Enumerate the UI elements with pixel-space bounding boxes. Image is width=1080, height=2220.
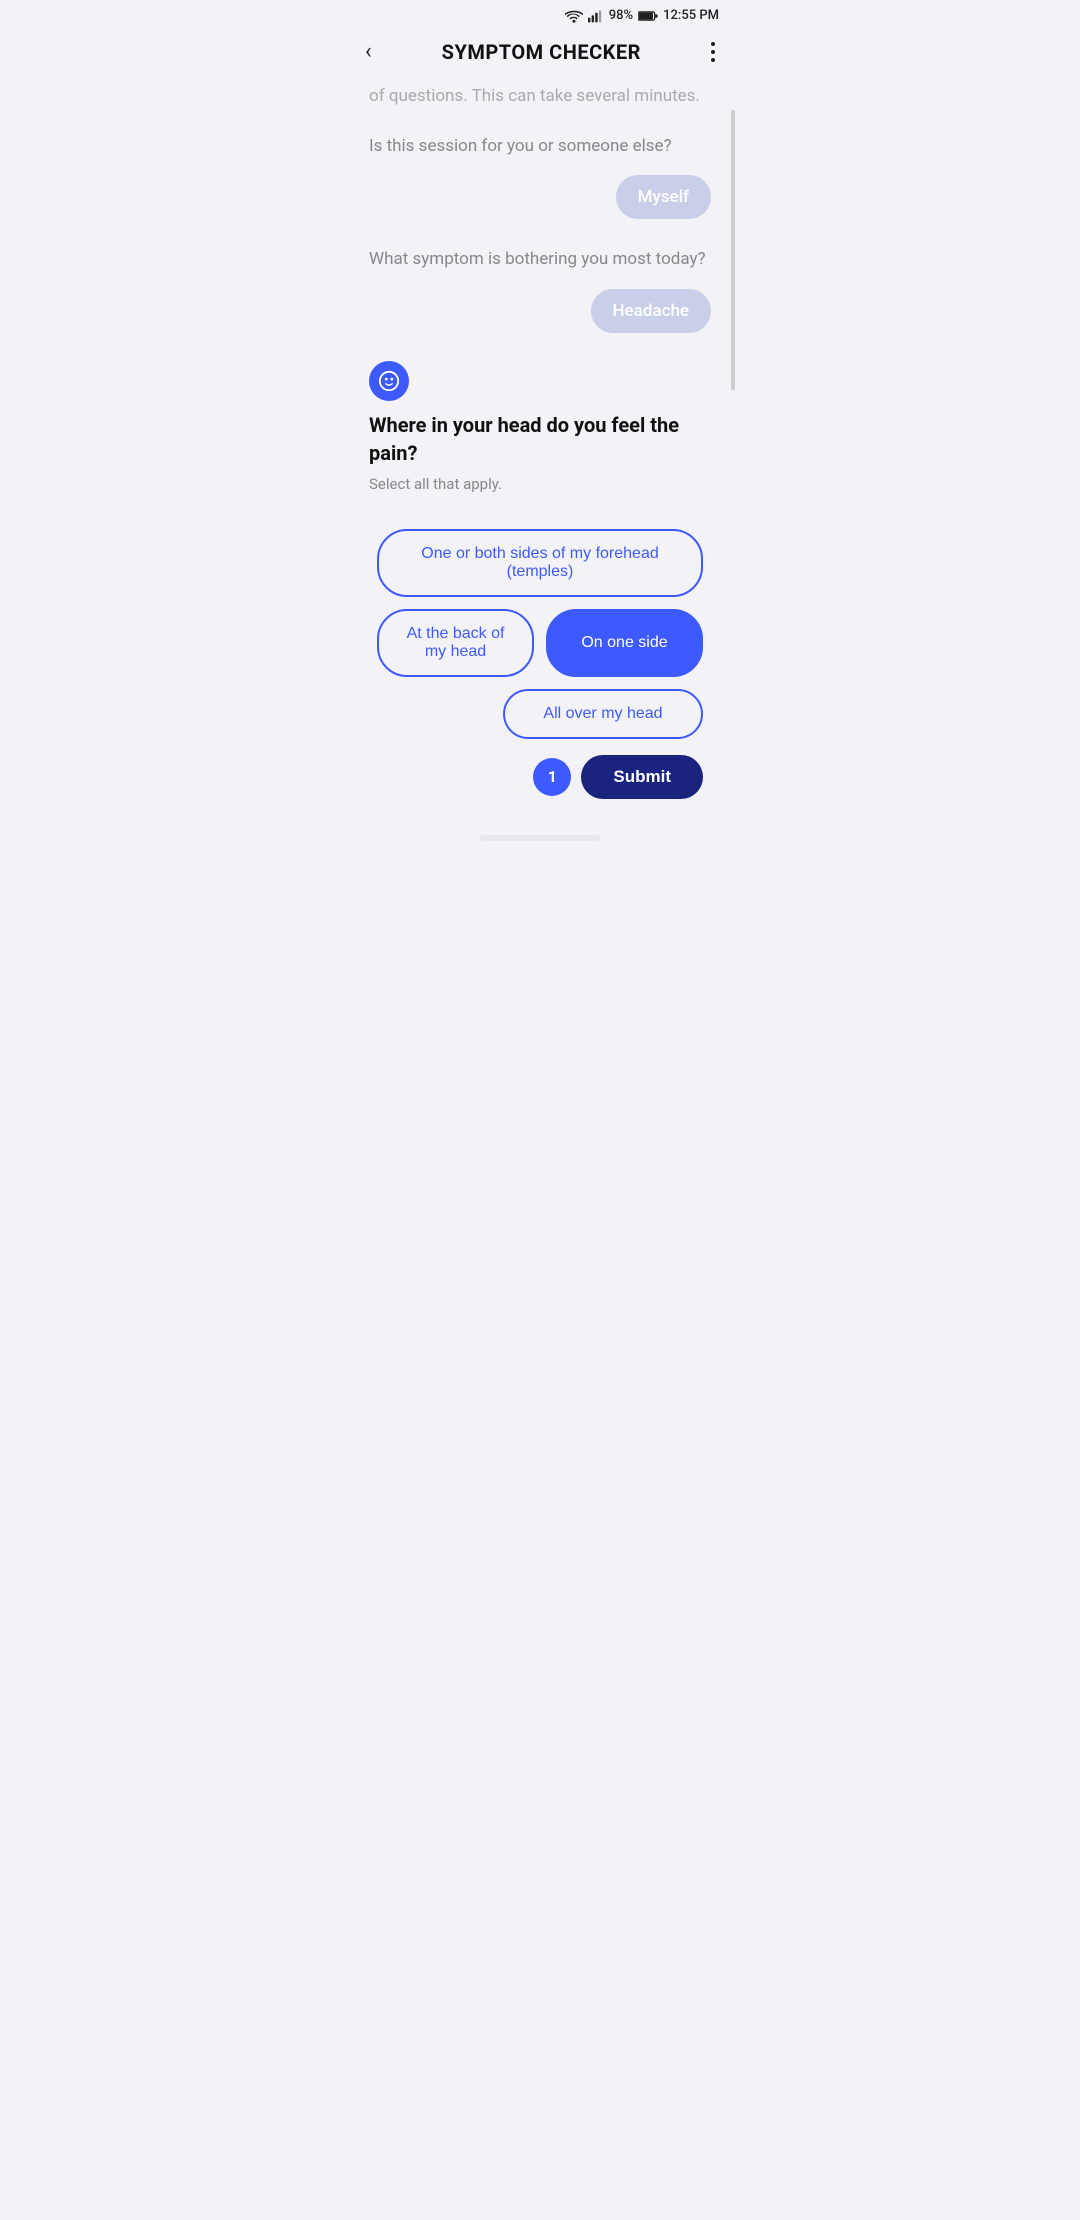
intro-text: of questions. This can take several minu… xyxy=(369,80,711,110)
reply-2-wrap: Headache xyxy=(369,289,711,333)
bot-icon xyxy=(378,370,400,392)
menu-dot-2 xyxy=(711,50,715,54)
reply-2-bubble: Headache xyxy=(591,289,712,333)
question-1: Is this session for you or someone else? xyxy=(369,134,711,160)
submit-button[interactable]: Submit xyxy=(581,755,703,799)
chat-content: of questions. This can take several minu… xyxy=(345,80,735,815)
active-question-section: Where in your head do you feel the pain?… xyxy=(369,361,711,513)
active-question-subtitle: Select all that apply. xyxy=(369,475,711,493)
app-bar: ‹ SYMPTOM CHECKER xyxy=(345,27,735,80)
status-bar: 98% 12:55 PM xyxy=(345,0,735,27)
status-icons: 98% 12:55 PM xyxy=(565,8,719,23)
options-section: One or both sides of my forehead (temple… xyxy=(369,529,711,739)
selected-count-badge: 1 xyxy=(533,758,571,796)
wifi-icon xyxy=(565,9,583,23)
menu-dot-1 xyxy=(711,42,715,46)
back-button[interactable]: ‹ xyxy=(361,35,376,68)
options-row-2: At the back of my head On one side xyxy=(377,609,703,677)
signal-icon xyxy=(588,9,604,23)
option-temples[interactable]: One or both sides of my forehead (temple… xyxy=(377,529,703,597)
bot-avatar xyxy=(369,361,409,401)
option-back-head[interactable]: At the back of my head xyxy=(377,609,534,677)
option-all-over[interactable]: All over my head xyxy=(503,689,703,739)
page-title: SYMPTOM CHECKER xyxy=(442,40,641,64)
options-row-3: All over my head xyxy=(377,689,703,739)
question-2: What symptom is bothering you most today… xyxy=(369,247,711,273)
scroll-indicator xyxy=(731,110,735,390)
option-one-side[interactable]: On one side xyxy=(546,609,703,677)
reply-1-wrap: Myself xyxy=(369,175,711,219)
menu-dot-3 xyxy=(711,58,715,62)
reply-1-bubble: Myself xyxy=(616,175,711,219)
battery-text: 98% xyxy=(609,8,633,23)
battery-icon xyxy=(638,10,658,22)
bottom-navigation-bar xyxy=(480,835,600,841)
active-question-text: Where in your head do you feel the pain? xyxy=(369,411,711,467)
time-text: 12:55 PM xyxy=(663,8,719,23)
menu-button[interactable] xyxy=(707,38,719,66)
submit-row: 1 Submit xyxy=(369,755,711,799)
